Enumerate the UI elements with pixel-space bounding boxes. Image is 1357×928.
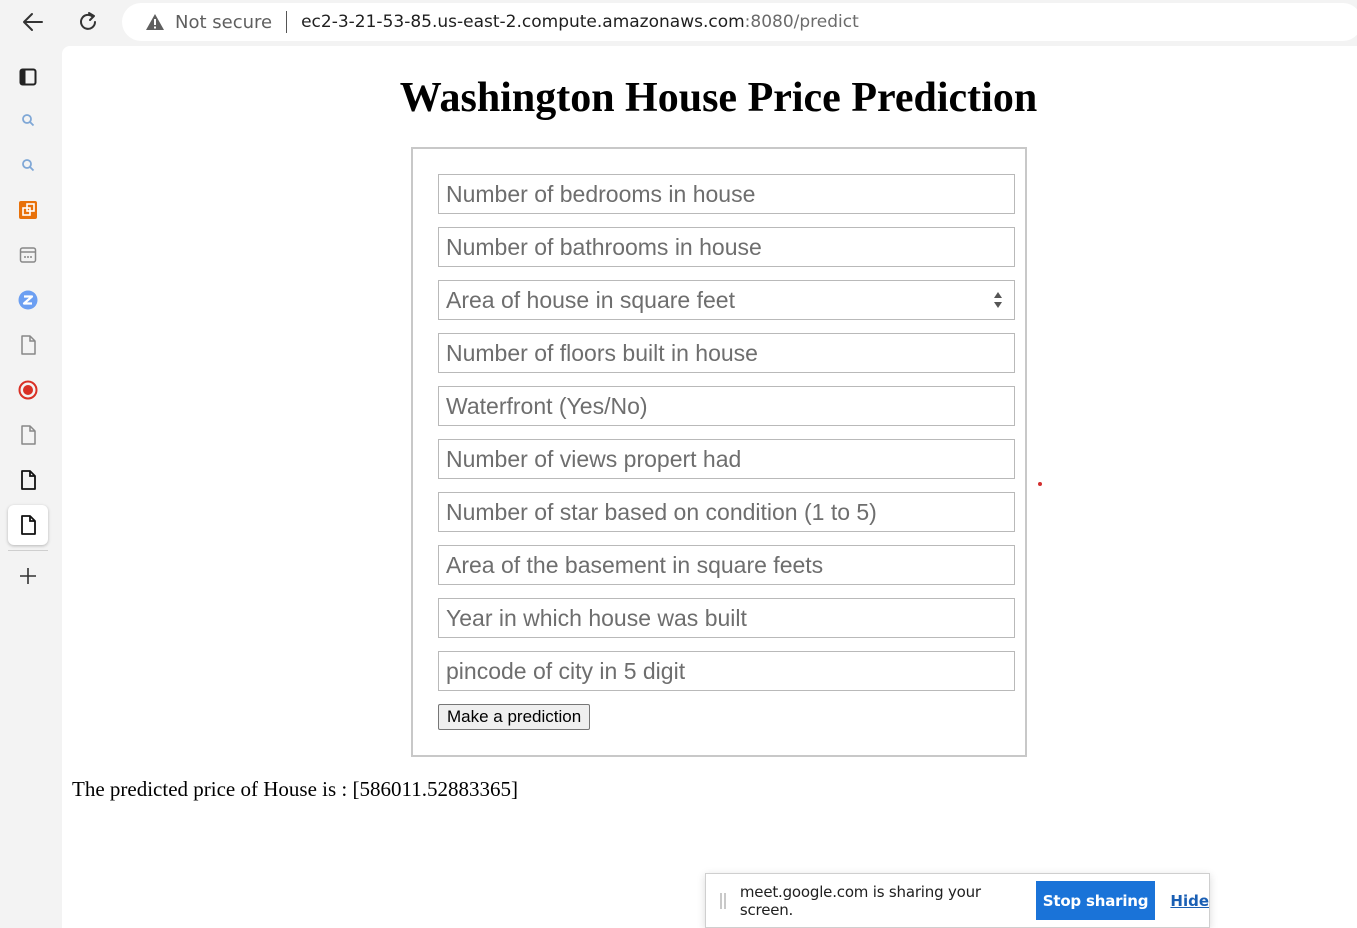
address-bar[interactable]: Not secure ec2-3-21-53-85.us-east-2.comp… xyxy=(122,3,1357,41)
tab-panel-icon[interactable] xyxy=(8,57,48,97)
record-icon[interactable] xyxy=(8,370,48,410)
views-placeholder: Number of views propert had xyxy=(446,445,742,472)
document-icon[interactable] xyxy=(8,325,48,365)
views-input[interactable]: Number of views propert had xyxy=(438,439,1015,479)
search-icon[interactable] xyxy=(8,145,48,185)
orange-extension-icon[interactable] xyxy=(8,190,48,230)
prediction-form: Number of bedrooms in house Number of ba… xyxy=(411,147,1027,757)
number-spinner-icon[interactable] xyxy=(992,289,1004,311)
year-built-input[interactable]: Year in which house was built xyxy=(438,598,1015,638)
page-title: Washington House Price Prediction xyxy=(399,75,1038,121)
waterfront-input[interactable]: Waterfront (Yes/No) xyxy=(438,386,1015,426)
screen-share-bar: meet.google.com is sharing your screen. … xyxy=(705,873,1210,928)
document-icon[interactable] xyxy=(8,505,48,545)
cursor-dot xyxy=(1038,482,1042,486)
sqft-living-placeholder: Area of house in square feet xyxy=(446,286,735,313)
page-content: Washington House Price Prediction Number… xyxy=(62,46,1357,928)
reload-icon[interactable] xyxy=(72,6,104,38)
waterfront-placeholder: Waterfront (Yes/No) xyxy=(446,392,648,419)
basement-placeholder: Area of the basement in square feets xyxy=(446,551,824,578)
share-message: meet.google.com is sharing your screen. xyxy=(739,882,981,919)
pincode-input[interactable]: pincode of city in 5 digit xyxy=(438,651,1015,691)
search-icon[interactable] xyxy=(8,100,48,140)
zoom-icon[interactable] xyxy=(8,280,48,320)
document-icon[interactable] xyxy=(8,415,48,455)
floors-input[interactable]: Number of floors built in house xyxy=(438,333,1015,373)
url-host[interactable]: ec2-3-21-53-85.us-east-2.compute.amazona… xyxy=(301,12,745,32)
bedrooms-placeholder: Number of bedrooms in house xyxy=(446,180,756,207)
drag-handle-icon[interactable] xyxy=(720,892,726,909)
bathrooms-placeholder: Number of bathrooms in house xyxy=(446,233,762,260)
condition-placeholder: Number of star based on condition (1 to … xyxy=(446,498,877,525)
bathrooms-input[interactable]: Number of bathrooms in house xyxy=(438,227,1015,267)
url-path[interactable]: :8080/predict xyxy=(745,12,859,32)
document-icon[interactable] xyxy=(8,460,48,500)
sidebar-divider xyxy=(8,550,48,551)
sqft-living-input[interactable]: Area of house in square feet xyxy=(438,280,1015,320)
hide-link[interactable]: Hide xyxy=(1170,892,1209,910)
back-arrow-icon[interactable] xyxy=(17,6,49,38)
warning-triangle-icon[interactable] xyxy=(144,12,166,32)
browser-sidebar xyxy=(0,46,62,928)
make-prediction-button[interactable]: Make a prediction xyxy=(438,704,591,730)
not-secure-label[interactable]: Not secure xyxy=(175,12,272,33)
plus-icon[interactable] xyxy=(8,556,48,596)
stop-sharing-button[interactable]: Stop sharing xyxy=(1035,881,1156,920)
browser-toolbar: Not secure ec2-3-21-53-85.us-east-2.comp… xyxy=(0,0,1357,46)
calendar-icon[interactable] xyxy=(8,235,48,275)
prediction-result: The predicted price of House is : [58601… xyxy=(72,777,518,801)
pincode-placeholder: pincode of city in 5 digit xyxy=(446,657,686,684)
bedrooms-input[interactable]: Number of bedrooms in house xyxy=(438,174,1015,214)
condition-input[interactable]: Number of star based on condition (1 to … xyxy=(438,492,1015,532)
floors-placeholder: Number of floors built in house xyxy=(446,339,758,366)
year-built-placeholder: Year in which house was built xyxy=(446,604,747,631)
basement-input[interactable]: Area of the basement in square feets xyxy=(438,545,1015,585)
url-separator xyxy=(286,11,288,33)
